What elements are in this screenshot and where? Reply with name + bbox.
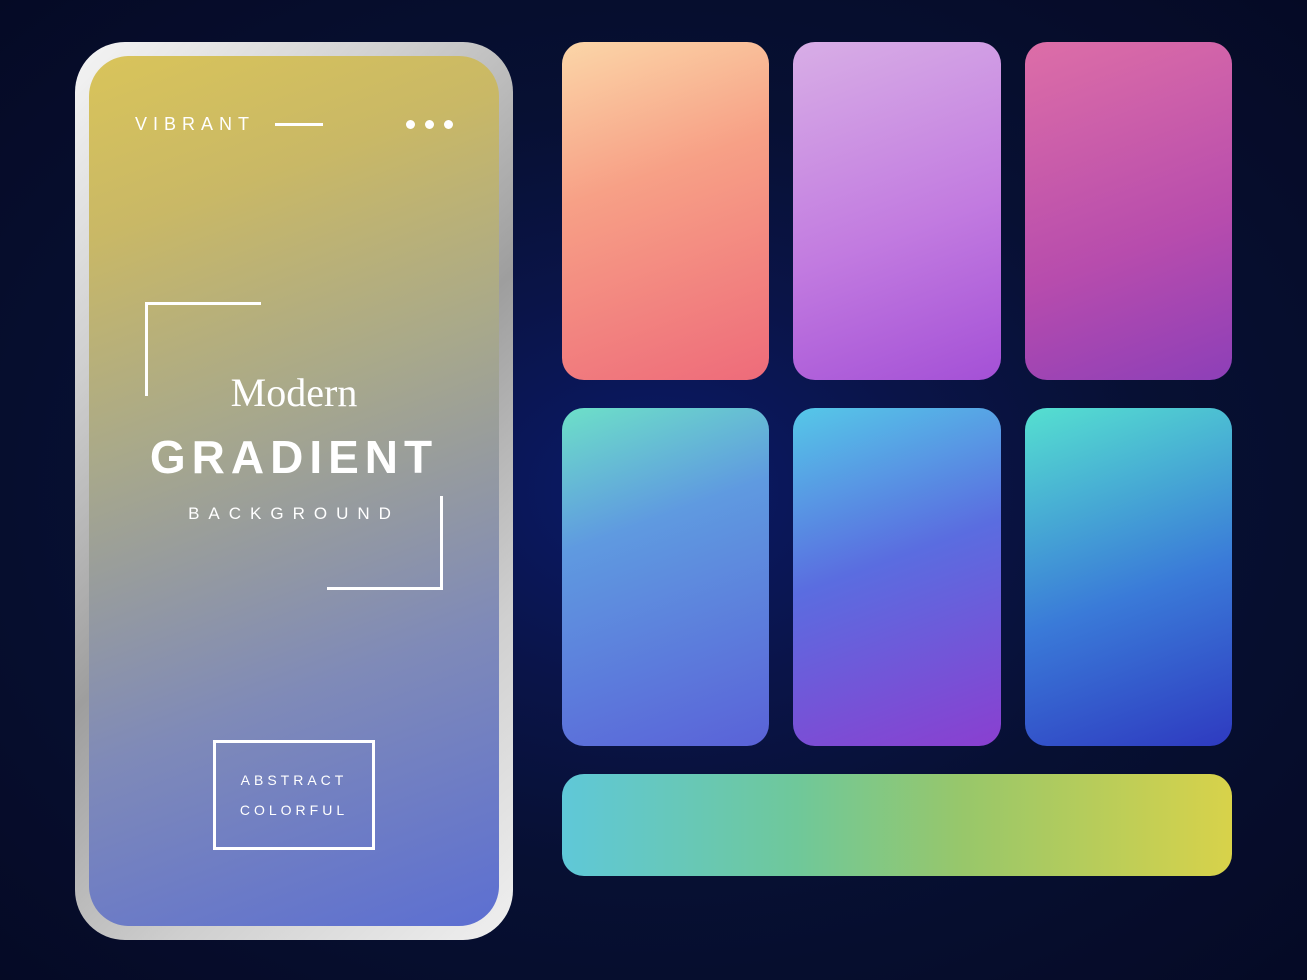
- header-left: VIBRANT: [135, 114, 323, 135]
- title-line2: GRADIENT: [150, 430, 438, 484]
- corner-top-left-icon: [145, 302, 261, 396]
- canvas: VIBRANT Modern GRADIENT BACKGROUND ABSTR…: [0, 0, 1307, 980]
- dash-icon: [275, 123, 323, 126]
- swatch-aqua-navy[interactable]: [1025, 408, 1232, 746]
- phone-screen: VIBRANT Modern GRADIENT BACKGROUND ABSTR…: [89, 56, 499, 926]
- abstract-line1: ABSTRACT: [241, 772, 348, 788]
- vibrant-label: VIBRANT: [135, 114, 255, 135]
- swatch-pink-magenta[interactable]: [1025, 42, 1232, 380]
- corner-bottom-right-icon: [327, 496, 443, 590]
- swatch-lilac-purple[interactable]: [793, 42, 1000, 380]
- swatch-cyan-violet[interactable]: [793, 408, 1000, 746]
- swatch-teal-blue[interactable]: [562, 408, 769, 746]
- swatch-row-2: [562, 408, 1232, 746]
- more-icon[interactable]: [406, 120, 453, 129]
- swatch-row-1: [562, 42, 1232, 380]
- abstract-line2: COLORFUL: [240, 802, 348, 818]
- swatch-peach-coral[interactable]: [562, 42, 769, 380]
- title-box: Modern GRADIENT BACKGROUND: [145, 302, 443, 590]
- phone-header: VIBRANT: [135, 114, 453, 135]
- phone-frame: VIBRANT Modern GRADIENT BACKGROUND ABSTR…: [75, 42, 513, 940]
- abstract-box: ABSTRACT COLORFUL: [213, 740, 375, 850]
- swatch-grid: [562, 42, 1232, 876]
- swatch-bar-teal-yellow[interactable]: [562, 774, 1232, 876]
